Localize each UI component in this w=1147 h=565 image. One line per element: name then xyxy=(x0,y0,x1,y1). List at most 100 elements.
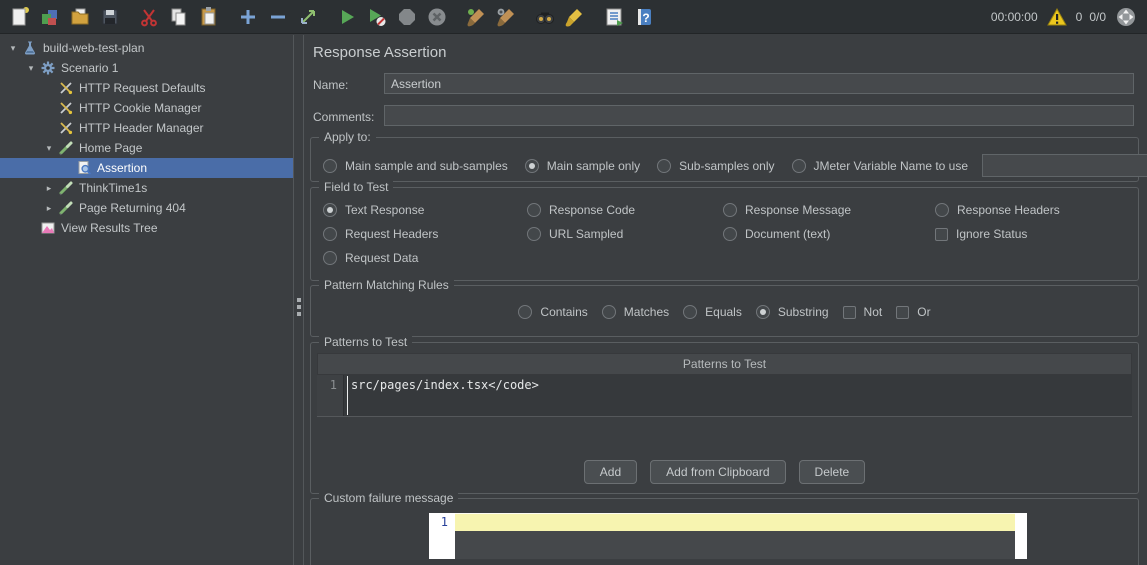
radio-icon[interactable] xyxy=(723,203,737,217)
radio-text-response[interactable]: Text Response xyxy=(323,203,527,217)
tree-item-page-returning-404[interactable]: ▸ Page Returning 404 xyxy=(0,198,293,218)
config-element-icon xyxy=(58,80,74,96)
radio-request-data[interactable]: Request Data xyxy=(323,251,527,265)
pattern-matching-rules-legend: Pattern Matching Rules xyxy=(319,278,454,292)
tree-item-http-cookie-manager[interactable]: HTTP Cookie Manager xyxy=(0,98,293,118)
expander-right-icon[interactable]: ▸ xyxy=(40,183,58,194)
radio-selected-icon[interactable] xyxy=(323,203,337,217)
radio-matches[interactable]: Matches xyxy=(602,305,669,319)
radio-icon[interactable] xyxy=(527,203,541,217)
radio-equals[interactable]: Equals xyxy=(683,305,742,319)
radio-icon[interactable] xyxy=(527,227,541,241)
tree-item-thread-group[interactable]: ▾ Scenario 1 xyxy=(0,58,293,78)
radio-jmeter-variable-name[interactable]: JMeter Variable Name to use xyxy=(792,159,969,173)
copy-icon[interactable] xyxy=(166,4,192,30)
tree-item-home-page[interactable]: ▾ Home Page xyxy=(0,138,293,158)
clear-icon[interactable] xyxy=(463,4,489,30)
templates-icon[interactable] xyxy=(37,4,63,30)
expander-down-icon[interactable]: ▾ xyxy=(22,63,40,74)
radio-selected-icon[interactable] xyxy=(756,305,770,319)
checkbox-icon[interactable] xyxy=(843,306,856,319)
warning-indicator-icon[interactable] xyxy=(1047,7,1067,27)
radio-icon[interactable] xyxy=(935,203,949,217)
radio-response-message[interactable]: Response Message xyxy=(723,203,935,217)
tree-item-http-request-defaults[interactable]: HTTP Request Defaults xyxy=(0,78,293,98)
checkbox-not[interactable]: Not xyxy=(843,305,883,319)
cut-icon[interactable] xyxy=(136,4,162,30)
open-file-icon[interactable] xyxy=(67,4,93,30)
clear-all-icon[interactable] xyxy=(493,4,519,30)
new-file-icon[interactable] xyxy=(7,4,33,30)
radio-icon[interactable] xyxy=(683,305,697,319)
subtract-icon[interactable] xyxy=(265,4,291,30)
tree-item-test-plan[interactable]: ▾ build-web-test-plan xyxy=(0,38,293,58)
tree-item-view-results-tree[interactable]: View Results Tree xyxy=(0,218,293,238)
radio-icon[interactable] xyxy=(657,159,671,173)
expander-down-icon[interactable]: ▾ xyxy=(40,143,58,154)
radio-icon[interactable] xyxy=(323,227,337,241)
patterns-table-header: Patterns to Test xyxy=(317,353,1132,375)
stop-icon[interactable] xyxy=(394,4,420,30)
radio-icon[interactable] xyxy=(518,305,532,319)
tree-main-splitter[interactable] xyxy=(293,35,304,565)
radio-url-sampled[interactable]: URL Sampled xyxy=(527,227,723,241)
add-from-clipboard-button[interactable]: Add from Clipboard xyxy=(650,460,785,484)
radio-response-headers[interactable]: Response Headers xyxy=(935,203,1138,217)
search-icon[interactable] xyxy=(532,4,558,30)
save-icon[interactable] xyxy=(97,4,123,30)
tree-item-label: Page Returning 404 xyxy=(79,201,186,215)
radio-response-code[interactable]: Response Code xyxy=(527,203,723,217)
checkbox-icon[interactable] xyxy=(896,306,909,319)
editor-scrollbar[interactable] xyxy=(1015,513,1027,559)
search-reset-icon[interactable] xyxy=(562,4,588,30)
radio-icon[interactable] xyxy=(723,227,737,241)
remote-start-icon[interactable] xyxy=(1115,6,1137,28)
tree-item-assertion[interactable]: Assertion xyxy=(0,158,293,178)
help-icon[interactable]: ? xyxy=(631,4,657,30)
radio-main-sample-only[interactable]: Main sample only xyxy=(525,159,640,173)
current-line-highlight[interactable] xyxy=(455,513,1015,531)
radio-contains[interactable]: Contains xyxy=(518,305,587,319)
checkbox-icon[interactable] xyxy=(935,228,948,241)
radio-sub-samples-only[interactable]: Sub-samples only xyxy=(657,159,774,173)
tree-item-thinktime1s[interactable]: ▸ ThinkTime1s xyxy=(0,178,293,198)
start-no-pauses-icon[interactable] xyxy=(364,4,390,30)
radio-icon[interactable] xyxy=(323,251,337,265)
custom-failure-editor[interactable]: 1 xyxy=(429,513,1027,559)
tree-item-http-header-manager[interactable]: HTTP Header Manager xyxy=(0,118,293,138)
comments-input[interactable] xyxy=(384,105,1134,126)
expander-down-icon[interactable]: ▾ xyxy=(4,43,22,54)
radio-icon[interactable] xyxy=(792,159,806,173)
sampler-icon xyxy=(58,200,74,216)
shutdown-icon[interactable] xyxy=(424,4,450,30)
add-icon[interactable] xyxy=(235,4,261,30)
start-icon[interactable] xyxy=(334,4,360,30)
radio-substring[interactable]: Substring xyxy=(756,305,829,319)
field-to-test-legend: Field to Test xyxy=(319,180,393,194)
delete-button[interactable]: Delete xyxy=(799,460,866,484)
radio-selected-icon[interactable] xyxy=(525,159,539,173)
radio-request-headers[interactable]: Request Headers xyxy=(323,227,527,241)
add-button[interactable]: Add xyxy=(584,460,637,484)
checkbox-or[interactable]: Or xyxy=(896,305,930,319)
tree-item-label: View Results Tree xyxy=(61,221,158,235)
jmeter-variable-input[interactable] xyxy=(982,154,1147,177)
thread-count: 0/0 xyxy=(1089,10,1106,24)
function-helper-icon[interactable] xyxy=(601,4,627,30)
field-to-test-fieldset: Field to Test Text Response Response Cod… xyxy=(310,187,1139,281)
checkbox-ignore-status[interactable]: Ignore Status xyxy=(935,227,1138,241)
test-plan-tree: ▾ build-web-test-plan ▾ Scenario 1 HTTP … xyxy=(0,35,293,565)
comments-label: Comments: xyxy=(313,110,374,124)
name-input[interactable] xyxy=(384,73,1134,94)
radio-icon[interactable] xyxy=(602,305,616,319)
splitter-grip-icon[interactable] xyxy=(297,295,301,319)
tree-item-label: HTTP Request Defaults xyxy=(79,81,206,95)
paste-icon[interactable] xyxy=(196,4,222,30)
radio-document-text[interactable]: Document (text) xyxy=(723,227,935,241)
radio-icon[interactable] xyxy=(323,159,337,173)
pattern-row[interactable]: 1 src/pages/index.tsx</code> xyxy=(317,375,1132,417)
radio-main-sample-and-sub-samples[interactable]: Main sample and sub-samples xyxy=(323,159,508,173)
pattern-value[interactable]: src/pages/index.tsx</code> xyxy=(344,375,1132,416)
expander-right-icon[interactable]: ▸ xyxy=(40,203,58,214)
toggle-icon[interactable] xyxy=(295,4,321,30)
